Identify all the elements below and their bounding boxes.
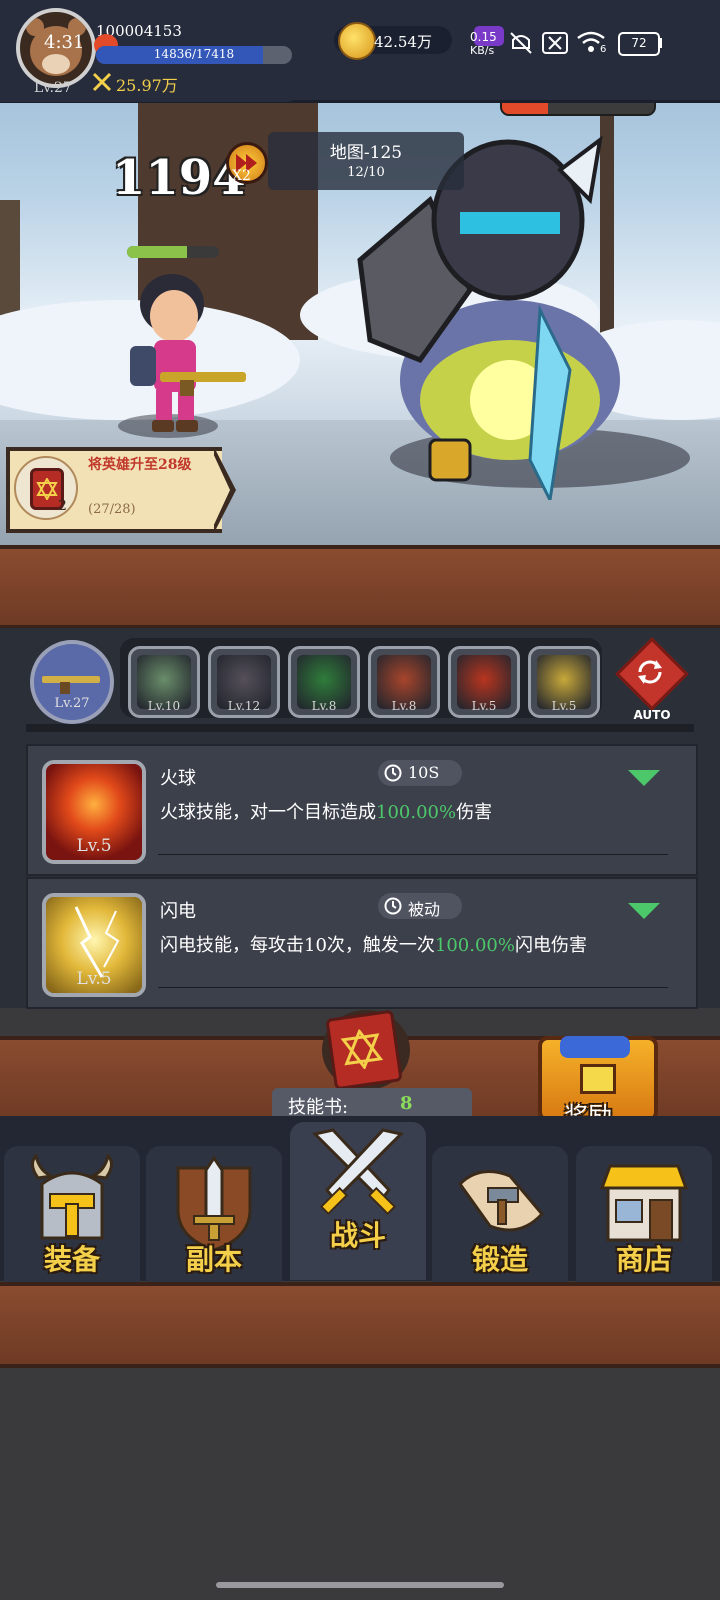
- fireball-name: 火球: [160, 768, 196, 789]
- exp-text: 14836/17418: [153, 47, 235, 61]
- map-title: 地图-125: [329, 143, 403, 163]
- battery-level: 72: [631, 36, 647, 50]
- quest-banner-tip-fill: [212, 451, 230, 529]
- nav-battle[interactable]: 战斗: [290, 1122, 426, 1280]
- chest-lock: [580, 1064, 616, 1094]
- power-value: 25.97万: [116, 76, 178, 95]
- lightning-cooldown: 被动: [408, 900, 441, 919]
- wood-divider-top: [0, 545, 720, 629]
- home-gesture-bar[interactable]: [216, 1582, 504, 1588]
- skill-card-lightning[interactable]: Lv.5 闪电 被动 闪电技能，每攻击10次，触发一次100.00%闪电伤害: [26, 877, 698, 1009]
- net-unit: KB/s: [470, 44, 495, 57]
- refresh-icon: [638, 660, 662, 684]
- battery-icon: 72: [618, 32, 660, 56]
- clock-icon: [384, 897, 402, 915]
- net-speed: 0.15: [470, 30, 497, 44]
- skill-slot-4[interactable]: Lv.8: [368, 646, 440, 718]
- fireball-skill-icon: Lv.5: [42, 760, 146, 864]
- skill-slot-3[interactable]: Lv.8: [288, 646, 360, 718]
- lightning-desc-suffix: 闪电伤害: [515, 935, 587, 956]
- hero-health-bar: [127, 246, 219, 258]
- skill-slot-level: Lv.10: [147, 699, 181, 713]
- weapon-level: Lv.27: [54, 696, 90, 711]
- auto-label: AUTO: [633, 708, 671, 722]
- fireball-desc-prefix: 火球技能，对一个目标造成: [160, 802, 376, 823]
- no-sim-icon: [542, 32, 568, 54]
- fireball-level: Lv.5: [76, 836, 112, 856]
- skill-slot-level: Lv.8: [311, 699, 337, 713]
- skill-card-fireball[interactable]: Lv.5 火球 10S 火球技能，对一个目标造成100.00%伤害: [26, 744, 698, 876]
- skill-slot-level: Lv.8: [391, 699, 417, 713]
- skill-slot-level: Lv.5: [551, 699, 577, 713]
- skill-list-top-edge: [26, 724, 694, 732]
- tree-left: [0, 200, 20, 320]
- nav-equipment-label: 装备: [43, 1243, 100, 1276]
- card-divider: [158, 987, 668, 988]
- weapon-slot[interactable]: Lv.27: [30, 640, 114, 724]
- quest-book-frame: [14, 456, 78, 520]
- lightning-cooldown-pill: 被动: [378, 893, 462, 919]
- lightning-description: 闪电技能，每攻击10次，触发一次100.00%闪电伤害: [160, 931, 587, 957]
- crossed-swords-icon: [92, 72, 112, 92]
- lightning-name: 闪电: [160, 901, 196, 922]
- nav-dungeon[interactable]: 副本: [146, 1146, 282, 1282]
- gold-value: 42.54万: [374, 33, 432, 51]
- nav-shop-label: 商店: [615, 1243, 672, 1276]
- map-banner: 地图-125 12/10: [268, 132, 464, 190]
- lightning-desc-value: 100.00%: [434, 935, 515, 956]
- clock-icon: [384, 764, 402, 782]
- nav-dungeon-label: 副本: [185, 1243, 242, 1276]
- quest-progress: (27/28): [88, 502, 136, 517]
- lightning-desc-prefix: 闪电技能，每攻击10次，触发一次: [160, 935, 435, 956]
- mute-icon: [510, 32, 532, 54]
- nav-forge-label: 锻造: [471, 1243, 528, 1276]
- lightning-level: Lv.5: [76, 969, 112, 989]
- quest-title: 将英雄升至28级: [88, 457, 192, 473]
- fireball-desc-value: 100.00%: [376, 802, 457, 823]
- card-divider: [158, 854, 668, 855]
- skill-slot-6[interactable]: Lv.5: [528, 646, 600, 718]
- chest-lid: [560, 1036, 630, 1058]
- nav-battle-label: 战斗: [329, 1219, 386, 1252]
- speed-label: X2: [232, 168, 251, 184]
- skill-book-large-icon[interactable]: [325, 1009, 403, 1091]
- map-progress: 12/10: [347, 165, 385, 180]
- skill-slot-2[interactable]: Lv.12: [208, 646, 280, 718]
- fireball-desc-suffix: 伤害: [456, 802, 493, 823]
- exp-bar: 14836/17418: [96, 46, 292, 64]
- fireball-description: 火球技能，对一个目标造成100.00%伤害: [160, 798, 492, 824]
- expand-arrow-icon[interactable]: [628, 770, 660, 786]
- player-level: Lv.27: [34, 80, 72, 96]
- crossed-swords-large-icon: [312, 1128, 404, 1216]
- lightning-skill-icon: Lv.5: [42, 893, 146, 997]
- skill-slot-level: Lv.12: [227, 699, 261, 713]
- hero-sprite: [130, 274, 246, 432]
- gold-coin-icon: [338, 22, 376, 60]
- signal-label: 6: [600, 44, 607, 55]
- skill-slot-level: Lv.5: [471, 699, 497, 713]
- rifle-icon: [42, 676, 100, 694]
- wood-divider-bottom: [0, 1282, 720, 1368]
- fireball-cooldown: 10S: [408, 763, 440, 782]
- nav-shop[interactable]: 商店: [576, 1146, 712, 1282]
- skill-book-count: 8: [400, 1093, 413, 1114]
- nav-forge[interactable]: 锻造: [432, 1146, 568, 1282]
- fireball-cooldown-pill: 10S: [378, 760, 462, 786]
- nav-equipment[interactable]: 装备: [4, 1146, 140, 1282]
- quest-count: 2: [58, 498, 67, 514]
- expand-arrow-icon[interactable]: [628, 903, 660, 919]
- skill-slot-1[interactable]: Lv.10: [128, 646, 200, 718]
- clock-text: 4:31: [44, 32, 85, 53]
- skill-slot-5[interactable]: Lv.5: [448, 646, 520, 718]
- battery-tip: [658, 38, 662, 48]
- bear-snout: [42, 54, 70, 74]
